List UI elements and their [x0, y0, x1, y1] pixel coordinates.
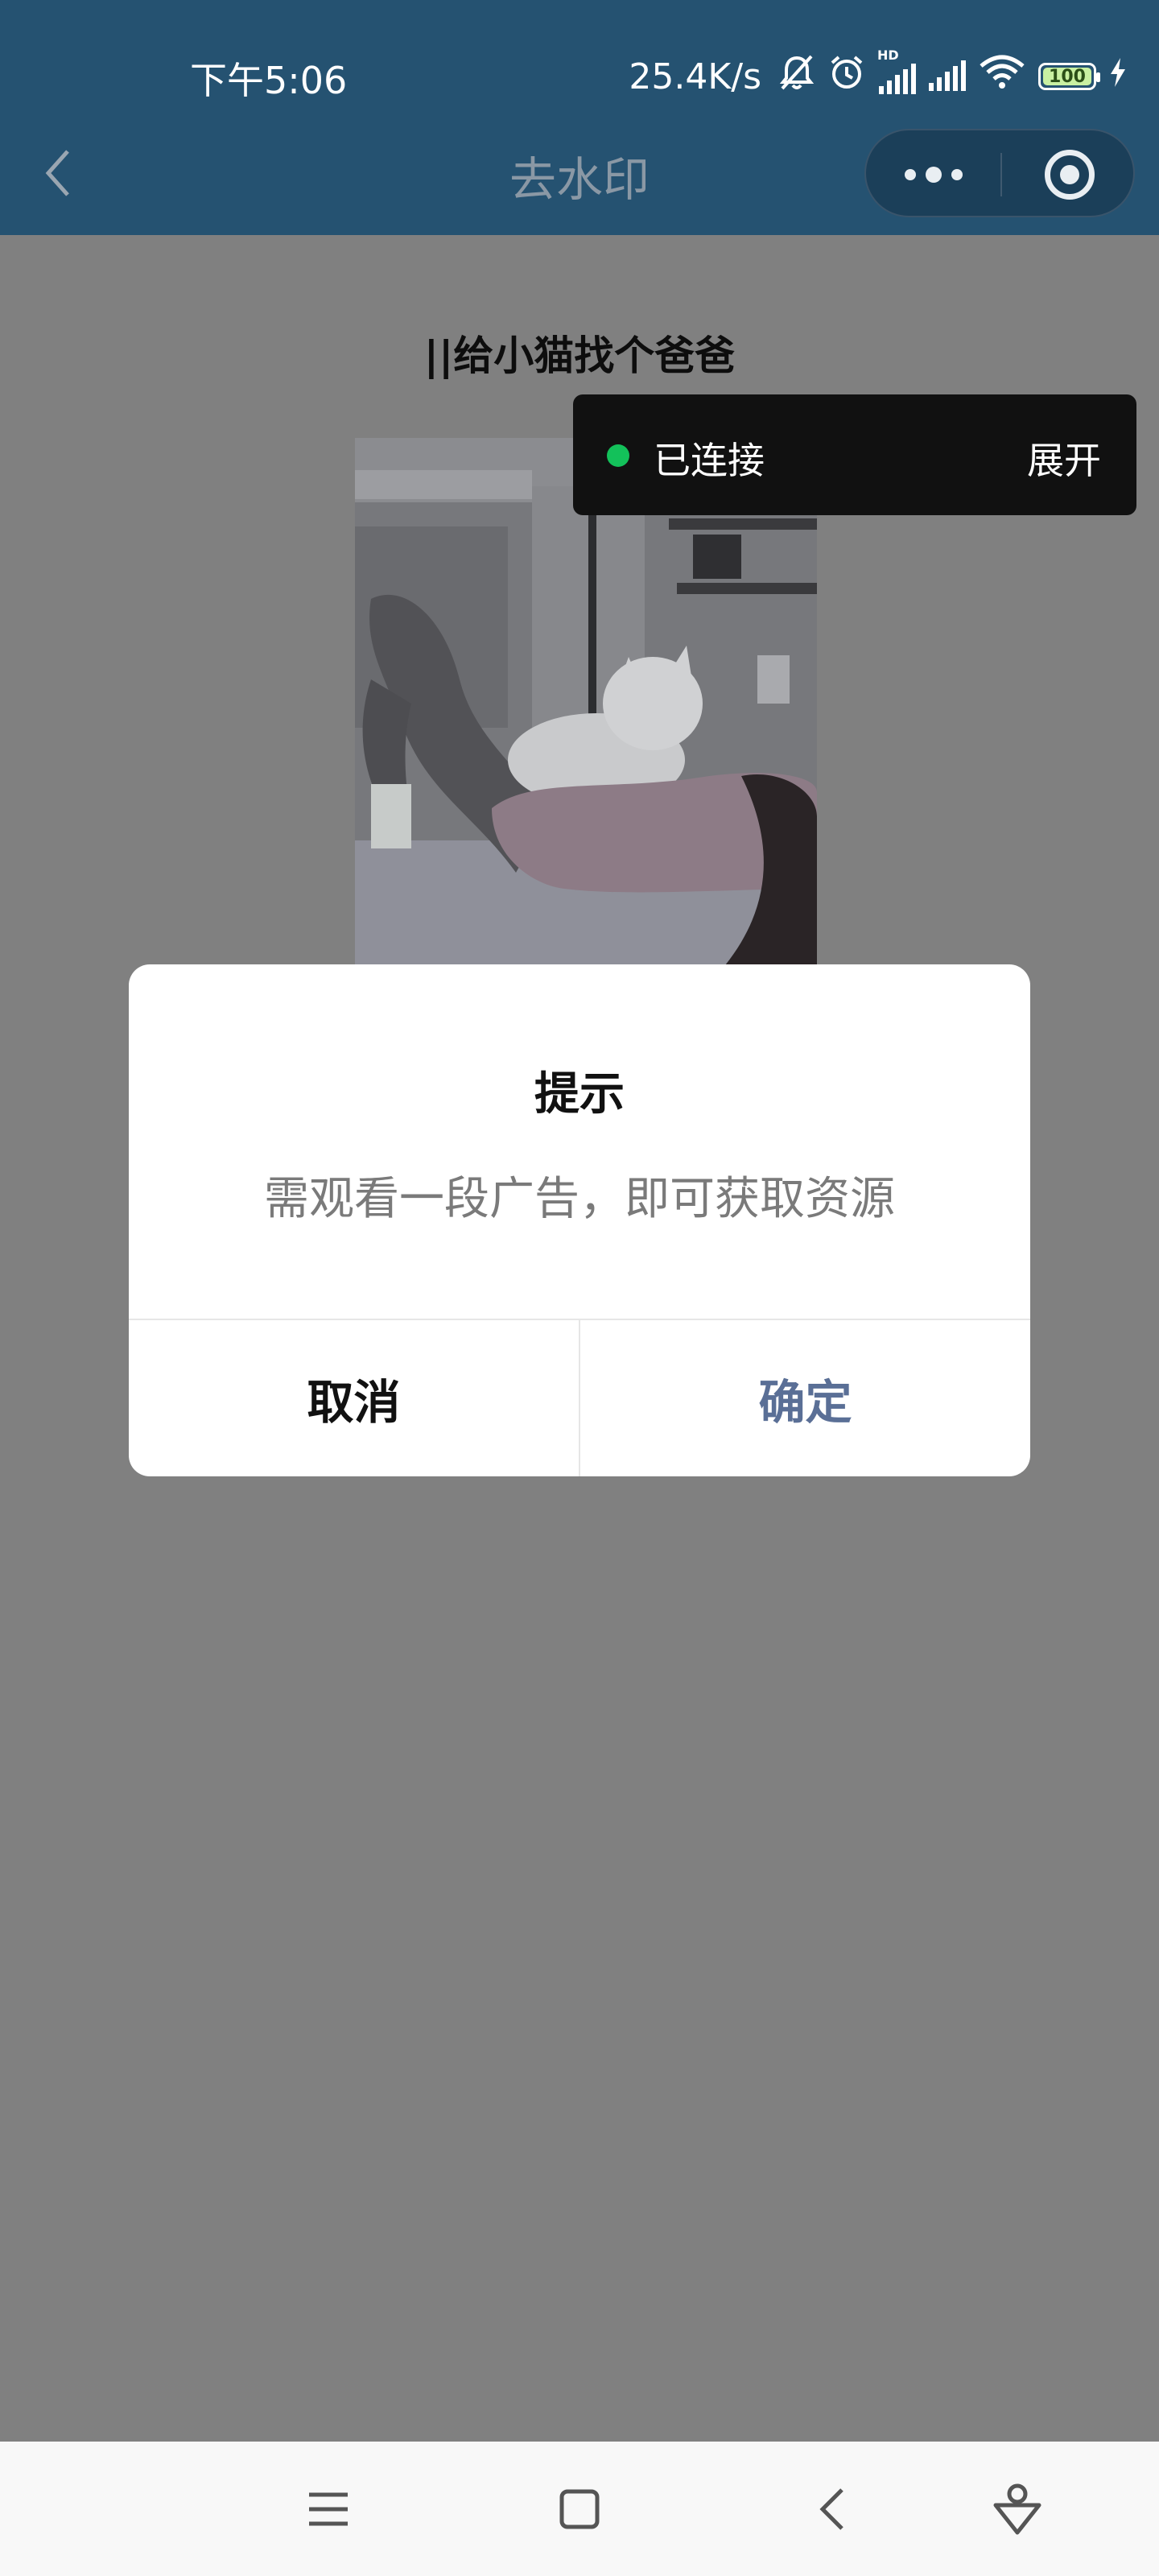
battery-icon: 100 [1038, 63, 1100, 90]
menu-button[interactable] [280, 2442, 377, 2576]
prompt-dialog: 提示 需观看一段广告，即可获取资源 取消 确定 [129, 964, 1030, 1476]
more-button[interactable] [866, 130, 1000, 219]
signal-icon [929, 60, 966, 91]
status-icons: 25.4K/s HD 100 [629, 47, 1127, 105]
connection-panel: 已连接 展开 [573, 394, 1136, 515]
status-time: 下午5:06 [190, 59, 348, 102]
assistant-button[interactable] [969, 2442, 1066, 2576]
assistant-icon [993, 2483, 1041, 2534]
back-chevron-icon [819, 2487, 843, 2530]
network-speed: 25.4K/s [629, 56, 761, 97]
connection-status-dot [607, 444, 629, 467]
close-button[interactable] [1002, 130, 1136, 219]
battery-level: 100 [1049, 66, 1086, 87]
alarm-icon [827, 53, 866, 101]
top-bar: 下午5:06 25.4K/s HD 100 去水印 [0, 0, 1159, 235]
hd-badge: HD [877, 47, 899, 63]
charging-icon [1109, 56, 1127, 97]
confirm-button[interactable]: 确定 [580, 1320, 1030, 1476]
home-square-icon [559, 2489, 600, 2529]
video-thumbnail[interactable] [355, 438, 817, 965]
screen: 下午5:06 25.4K/s HD 100 去水印 ||给小猫找个爸爸 已连接 … [0, 0, 1159, 2576]
dialog-message: 需观看一段广告，即可获取资源 [264, 1173, 895, 1225]
system-back-button[interactable] [784, 2442, 881, 2576]
wifi-icon [979, 55, 1025, 99]
connection-status-label: 已连接 [654, 439, 765, 482]
cancel-button[interactable]: 取消 [129, 1320, 579, 1476]
target-circle-icon [1044, 150, 1095, 200]
expand-button[interactable]: 展开 [1027, 431, 1101, 485]
menu-icon [309, 2492, 348, 2525]
dialog-title: 提示 [534, 1068, 625, 1121]
system-nav-bar [0, 2442, 1159, 2576]
mini-program-capsule [864, 129, 1135, 217]
home-button[interactable] [531, 2442, 628, 2576]
post-title: ||给小猫找个爸爸 [423, 332, 736, 379]
bell-muted-icon [779, 53, 815, 101]
signal-icon: HD [877, 47, 916, 94]
